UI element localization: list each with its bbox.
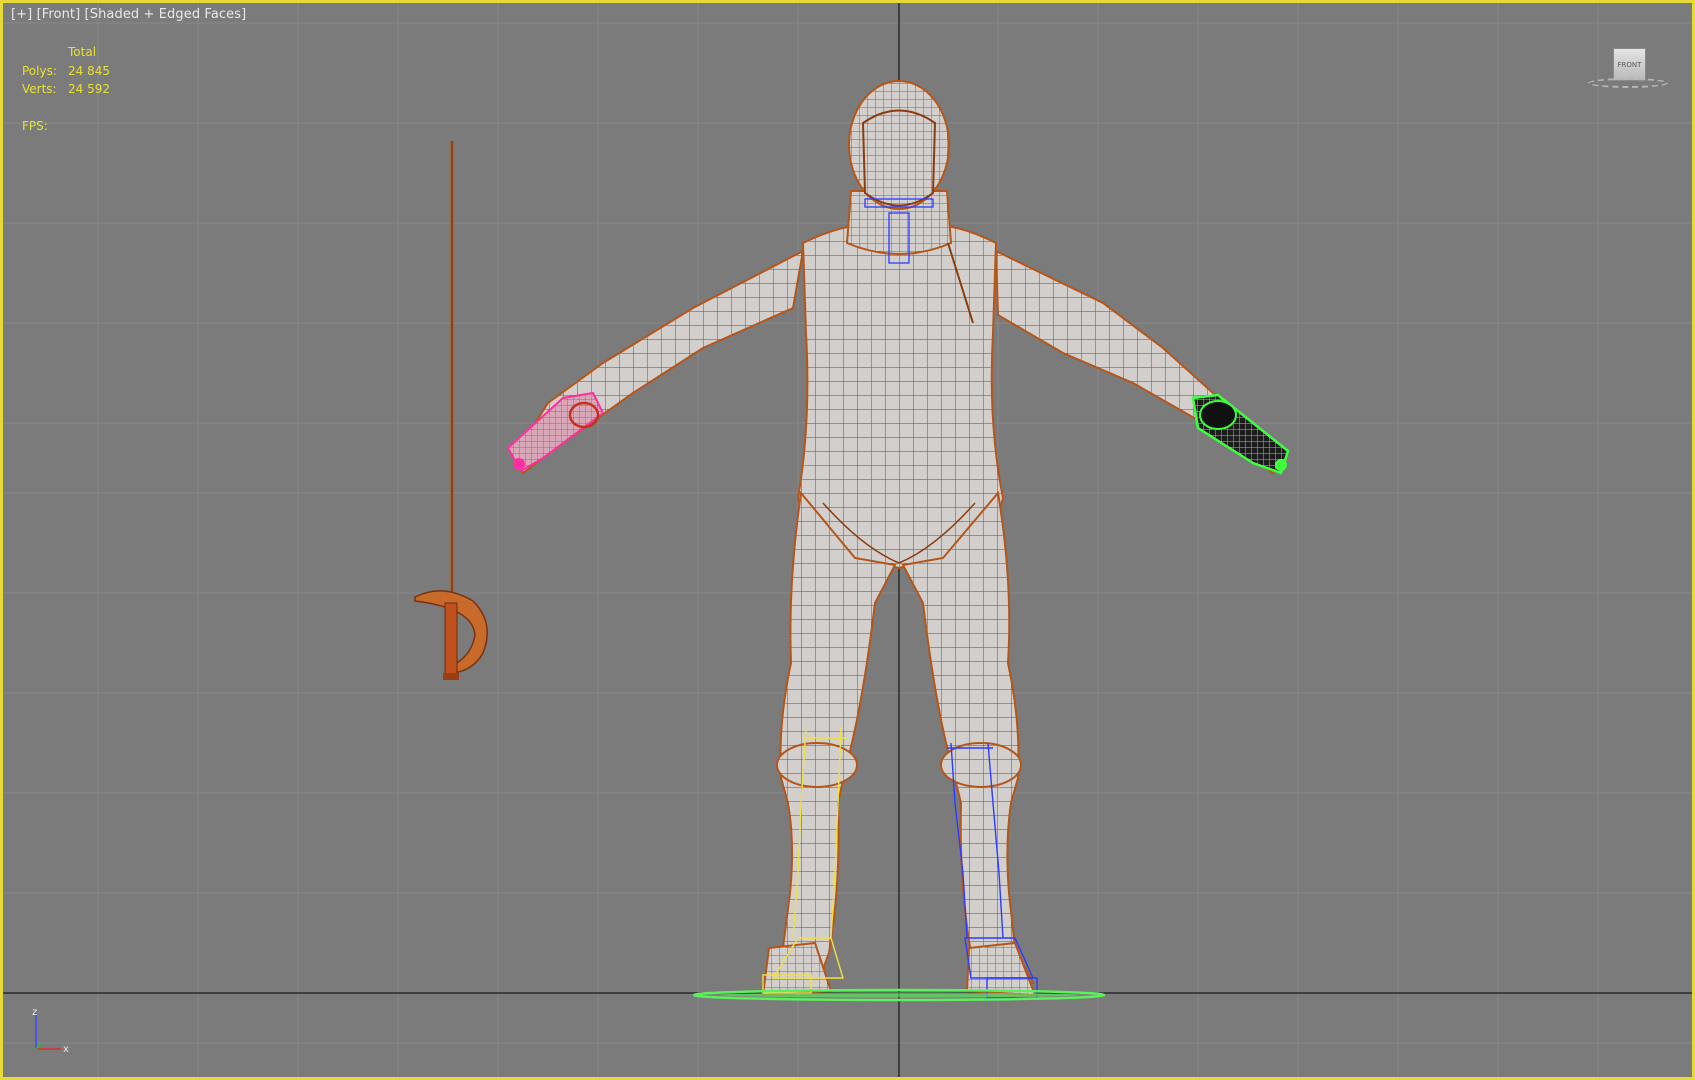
viewcube-front-face[interactable]: FRONT [1613, 48, 1646, 81]
left-glove-pink[interactable] [506, 391, 605, 473]
viewport-label: [+] [Front] [Shaded + Edged Faces] [11, 7, 246, 22]
polys-label: Polys: [22, 63, 57, 78]
viewcube[interactable]: FRONT [1588, 48, 1668, 98]
viewcube-compass-ring[interactable] [1588, 78, 1668, 88]
viewport-menu-shading[interactable]: [Shaded + Edged Faces] [85, 7, 247, 22]
verts-label: Verts: [22, 82, 57, 96]
scene-objects [414, 80, 1290, 1002]
viewport-front[interactable]: [+] [Front] [Shaded + Edged Faces] Total… [0, 0, 1695, 1080]
stats-header: Total [68, 45, 97, 59]
axis-z-label: z [32, 1007, 37, 1018]
right-glove-green[interactable] [1191, 393, 1290, 475]
verts-value: 24 592 [68, 82, 110, 96]
ground-helper[interactable] [692, 988, 1106, 1002]
epee-sword[interactable] [414, 141, 488, 680]
scene-statistics: Total Polys: 24 845 Verts: 24 592 FPS: [22, 43, 110, 135]
fps-label: FPS: [22, 118, 48, 133]
viewport-menu-view[interactable]: [Front] [37, 7, 81, 22]
axis-x-label: x [63, 1044, 69, 1055]
viewport-menu-plus[interactable]: [+] [11, 7, 32, 22]
polys-value: 24 845 [68, 63, 110, 78]
fencer-character-mesh[interactable] [513, 80, 1287, 997]
axis-tripod-icon: z x [32, 1007, 69, 1055]
